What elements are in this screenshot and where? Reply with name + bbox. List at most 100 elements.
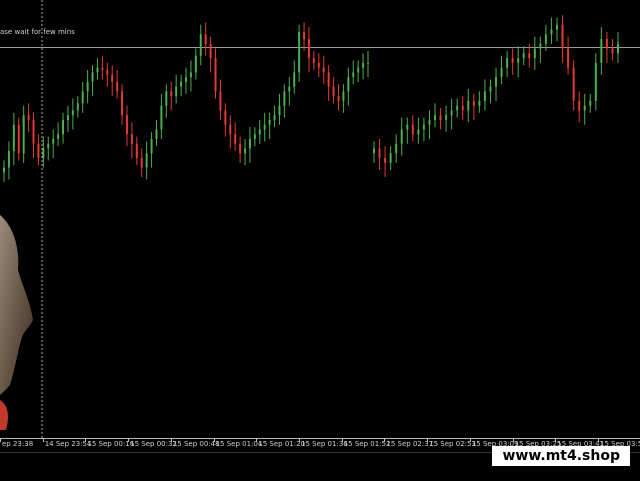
time-tick-label: 15 Sep 00:48	[172, 440, 220, 448]
candle-body	[567, 48, 570, 68]
candle-body	[189, 72, 192, 78]
candle-body	[347, 77, 350, 92]
candle-body	[378, 148, 381, 159]
candle-body	[389, 153, 392, 163]
candle-body	[219, 91, 222, 111]
candle-body	[121, 91, 124, 116]
candle-body	[428, 119, 431, 125]
candle-body	[422, 124, 425, 130]
candle-body	[199, 34, 202, 56]
candle-body	[617, 43, 619, 54]
candle-body	[293, 72, 296, 87]
time-tick-mark	[170, 438, 172, 442]
candle-body	[239, 143, 242, 154]
candle-body	[594, 62, 597, 101]
candle-body	[86, 81, 89, 92]
candle-body	[307, 39, 310, 59]
candle-body	[539, 43, 542, 49]
time-tick-mark	[427, 438, 429, 442]
time-tick-label: 15 Sep 01:20	[258, 440, 306, 448]
candle-body	[312, 58, 315, 63]
candle-body	[417, 129, 420, 135]
candle-body	[472, 100, 475, 106]
candle-body	[489, 86, 492, 92]
candle-body	[258, 129, 261, 135]
time-tick-mark	[85, 438, 87, 442]
candle-body	[155, 129, 158, 139]
candle-body	[298, 31, 301, 73]
candle-body	[125, 115, 128, 135]
candle-body	[116, 81, 119, 92]
candle-body	[3, 167, 5, 173]
candle-body	[263, 124, 266, 130]
candle-body	[130, 134, 133, 144]
time-tick-mark	[555, 438, 557, 442]
candle-body	[411, 124, 414, 135]
candle-body	[283, 91, 286, 106]
candle-body	[400, 129, 403, 144]
time-tick-label: 15 Sep 01:52	[343, 440, 391, 448]
candle-body	[32, 119, 35, 144]
candle-body	[522, 53, 525, 59]
candle-body	[7, 150, 10, 168]
time-tick-mark	[299, 438, 300, 442]
time-tick-mark	[128, 438, 130, 442]
candle-body	[253, 134, 256, 139]
candle-body	[342, 91, 345, 101]
candle-body	[322, 67, 325, 73]
candle-body	[224, 110, 227, 125]
candle-body	[175, 86, 178, 97]
candle-body	[327, 72, 330, 87]
candle-body	[605, 39, 608, 49]
candle-body	[511, 58, 514, 63]
candle-body	[145, 153, 148, 168]
time-tick-mark	[598, 438, 599, 442]
status-message: ase wait for few mins	[0, 28, 75, 36]
candle-body	[27, 115, 30, 120]
candle-body	[544, 34, 547, 44]
time-tick-mark	[512, 438, 514, 442]
candle-body	[406, 124, 409, 130]
candle-body	[317, 62, 320, 68]
price-chart[interactable]	[0, 0, 640, 438]
candle-body	[66, 115, 69, 120]
candle-body	[91, 72, 94, 82]
candle-body	[150, 139, 153, 154]
candle-body	[352, 72, 355, 78]
time-tick-label: ep 23:38	[2, 440, 34, 448]
candle-body	[533, 48, 536, 59]
candle-body	[583, 105, 586, 111]
candle-body	[273, 115, 276, 120]
time-tick-mark	[256, 438, 258, 442]
time-tick-mark	[341, 438, 343, 442]
time-tick-label: 14 Sep 23:54	[44, 440, 92, 448]
candle-body	[135, 143, 138, 159]
time-tick-mark	[0, 438, 1, 442]
candle-body	[52, 139, 55, 144]
candle-body	[194, 55, 197, 73]
candle-body	[76, 103, 79, 111]
candle-body	[47, 143, 50, 149]
candle-body	[62, 119, 65, 135]
candle-body	[578, 100, 581, 111]
candle-body	[467, 100, 470, 111]
candle-body	[373, 148, 375, 154]
time-tick-mark	[42, 438, 44, 442]
candle-body	[483, 91, 486, 101]
candle-body	[572, 67, 575, 101]
chart-area[interactable]: ase wait for few mins	[0, 0, 640, 438]
candle-body	[229, 124, 232, 135]
candle-body	[611, 48, 614, 54]
candle-body	[140, 158, 143, 168]
time-tick-mark	[469, 438, 471, 442]
candle-body	[337, 96, 340, 101]
candle-body	[461, 105, 464, 111]
candle-body	[244, 148, 247, 154]
candle-body	[556, 24, 558, 30]
candle-body	[550, 29, 553, 35]
time-tick-label: 15 Sep 02:37	[386, 440, 434, 448]
candle-body	[96, 67, 99, 73]
candle-body	[456, 105, 459, 111]
candle-body	[81, 91, 84, 104]
candle-body	[506, 58, 509, 68]
